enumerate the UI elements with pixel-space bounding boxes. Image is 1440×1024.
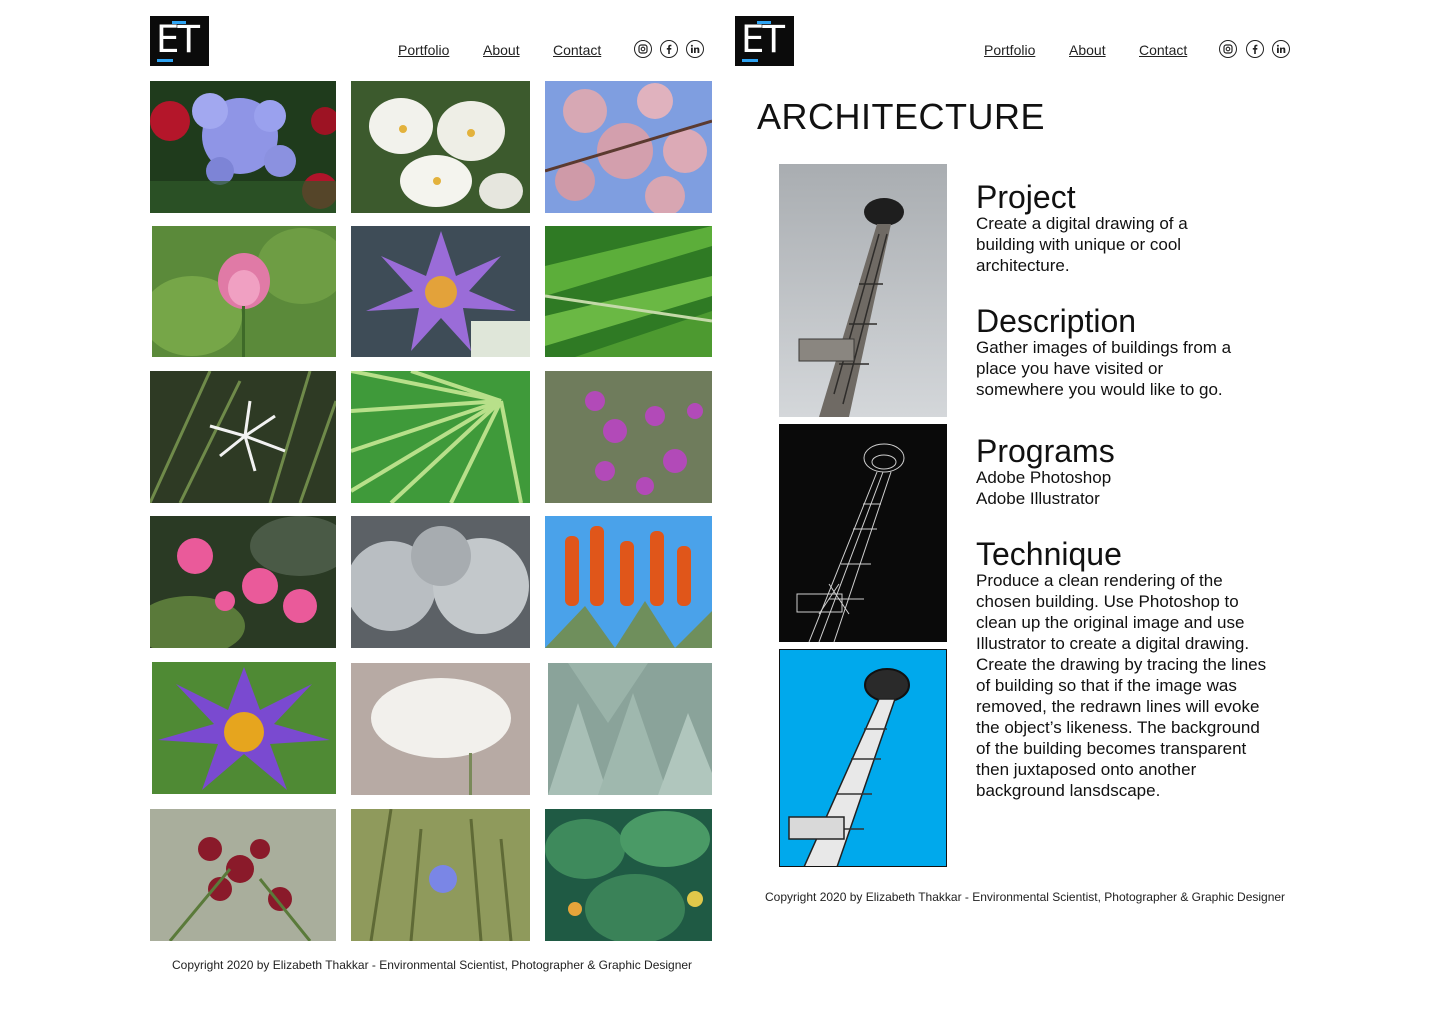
program-item: Adobe Illustrator: [976, 489, 1100, 508]
gallery-photo[interactable]: [548, 663, 712, 795]
facebook-icon[interactable]: [1246, 40, 1264, 58]
site-logo[interactable]: ET: [735, 16, 794, 66]
program-item: Adobe Photoshop: [976, 468, 1112, 487]
agave-leaves: [548, 663, 712, 795]
gallery-photo[interactable]: [150, 516, 336, 648]
gallery-photo[interactable]: [351, 226, 530, 357]
copyright-text: Copyright 2020 by Elizabeth Thakkar - En…: [172, 958, 693, 972]
architecture-photo[interactable]: [779, 424, 947, 642]
instagram-icon[interactable]: [1219, 40, 1237, 58]
page-title: ARCHITECTURE: [757, 96, 1046, 137]
pink-cherry-blossoms: [545, 81, 712, 213]
section-heading-description: Description: [976, 303, 1137, 339]
nav-about[interactable]: About: [1069, 42, 1106, 58]
copyright-text: Copyright 2020 by Elizabeth Thakkar - En…: [765, 890, 1286, 904]
gallery-photo[interactable]: [150, 371, 336, 503]
gallery-photo[interactable]: [351, 371, 530, 503]
gallery-photo[interactable]: [150, 809, 336, 941]
architecture-photo[interactable]: [779, 649, 947, 867]
purple-loosestrife: [545, 371, 712, 503]
site-logo[interactable]: ET: [150, 16, 209, 66]
architecture-photo[interactable]: [779, 164, 947, 417]
section-heading-programs: Programs: [976, 433, 1115, 469]
gallery-photo[interactable]: [545, 226, 712, 357]
linkedin-icon[interactable]: [1272, 40, 1290, 58]
gallery-photo[interactable]: [351, 516, 530, 648]
space-needle-photo: [779, 164, 947, 417]
pink-lotus-flower: [152, 226, 336, 357]
gallery-photo[interactable]: [545, 371, 712, 503]
nav-contact[interactable]: Contact: [1139, 42, 1187, 58]
nav-portfolio[interactable]: Portfolio: [984, 42, 1035, 58]
gallery-photo[interactable]: [545, 81, 712, 213]
fuzzy-cactus: [351, 516, 530, 648]
calathea-leaves: [545, 809, 712, 941]
red-geranium: [150, 809, 336, 941]
blue-plumbago-flowers: [150, 81, 336, 213]
palm-frond: [545, 226, 712, 357]
section-heading-technique: Technique: [976, 536, 1122, 572]
section-body-description: Gather images of buildings from a place …: [976, 338, 1232, 399]
gallery-photo[interactable]: [351, 809, 530, 941]
nav-contact[interactable]: Contact: [553, 42, 601, 58]
space-needle-blue-rendering: [779, 649, 947, 867]
pink-water-lilies: [150, 516, 336, 648]
white-lilies: [351, 81, 530, 213]
section-heading-project: Project: [976, 179, 1076, 215]
linkedin-icon[interactable]: [686, 40, 704, 58]
gallery-photo[interactable]: [351, 81, 530, 213]
orange-aloe-flowers: [545, 516, 712, 648]
blue-chicory-flower: [351, 809, 530, 941]
purple-water-lily: [351, 226, 530, 357]
fan-palm-leaf: [351, 371, 530, 503]
gallery-photo[interactable]: [150, 81, 336, 213]
nav-about[interactable]: About: [483, 42, 520, 58]
purple-water-lily-closeup: [152, 662, 336, 794]
white-queen-annes-lace: [351, 663, 530, 795]
gallery-photo[interactable]: [545, 516, 712, 648]
instagram-icon[interactable]: [634, 40, 652, 58]
gallery-photo[interactable]: [152, 662, 336, 794]
white-spider-lily: [150, 371, 336, 503]
gallery-photo[interactable]: [545, 809, 712, 941]
section-body-technique: Produce a clean rendering of the chosen …: [976, 571, 1267, 800]
space-needle-line-drawing: [779, 424, 947, 642]
logo-text: ET: [741, 18, 785, 61]
gallery-photo[interactable]: [152, 226, 336, 357]
logo-text: ET: [156, 18, 200, 61]
gallery-photo[interactable]: [351, 663, 530, 795]
facebook-icon[interactable]: [660, 40, 678, 58]
nav-portfolio[interactable]: Portfolio: [398, 42, 449, 58]
section-body-project: Create a digital drawing of a building w…: [976, 214, 1188, 275]
